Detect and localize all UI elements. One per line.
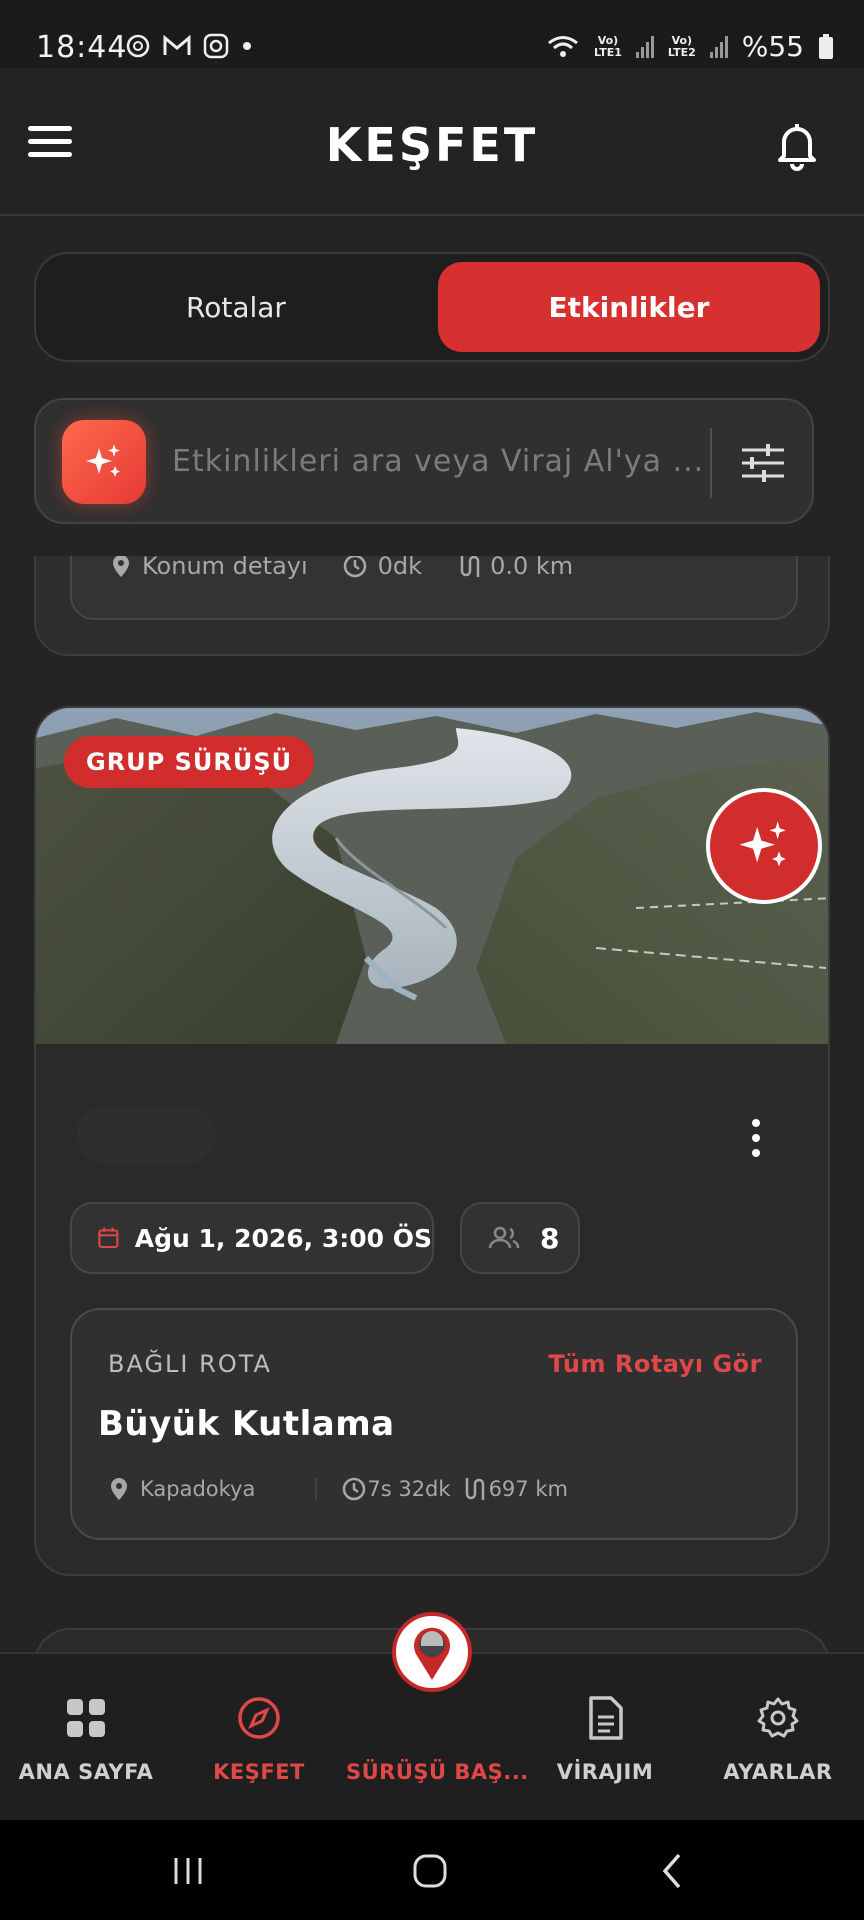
search-input[interactable]: Etkinlikleri ara veya Viraj Al'ya ... [172,444,704,479]
sliders-icon [742,444,784,482]
linked-route-box: BAĞLI ROTA Tüm Rotayı Gör Büyük Kutlama … [70,1308,798,1540]
battery-icon [819,33,833,59]
nav-my-curves[interactable]: VİRAJIM [519,1654,691,1822]
event-date: Ağu 1, 2026, 3:00 ÖS [134,1223,432,1253]
tab-routes[interactable]: Rotalar [36,254,436,360]
clock-icon [343,1477,366,1501]
openai-icon [126,34,150,58]
previous-event-card[interactable]: Konum detayı 0dk 0.0 km [34,556,830,656]
document-icon [589,1696,623,1740]
more-options-button[interactable] [736,1108,776,1168]
filter-button[interactable] [736,436,790,490]
search-bar: Etkinlikleri ara veya Viraj Al'ya ... [34,398,814,524]
ai-sparkle-button[interactable] [706,788,822,904]
status-right: Vo) LTE1 Vo) LTE2 %55 [546,30,834,63]
recent-apps-icon [174,1858,202,1884]
route-name: Büyük Kutlama [98,1404,395,1444]
previous-route-box: Konum detayı 0dk 0.0 km [70,556,798,620]
lte1-icon: Vo) LTE1 [594,33,622,59]
previous-duration: 0dk [377,556,423,580]
route-duration: 7s 32dk [367,1477,451,1501]
event-type-badge: GRUP SÜRÜŞÜ [64,736,315,788]
app-header: KEŞFET [0,68,864,216]
home-icon [413,1854,447,1888]
sparkles-icon [86,444,120,477]
tab-switcher: Rotalar Etkinlikler [34,252,830,362]
calendar-icon [98,1227,119,1249]
route-distance: 697 km [488,1477,568,1501]
route-icon [460,556,480,577]
view-full-route-link[interactable]: Tüm Rotayı Gör [548,1350,762,1378]
nav-home[interactable]: ANA SAYFA [0,1654,172,1822]
event-card[interactable]: GRUP SÜRÜŞÜ Ağu 1, 2026, 3:00 ÖS 8 BAĞLI… [34,706,830,1576]
dot-icon [243,42,251,50]
nav-settings-label: AYARLAR [723,1760,833,1784]
nav-explore-label: KEŞFET [213,1760,305,1784]
sparkles-icon [739,821,786,867]
organizer-placeholder [76,1106,216,1164]
gmail-icon [163,34,191,55]
page-title: KEŞFET [325,118,539,172]
event-date-chip: Ağu 1, 2026, 3:00 ÖS [70,1202,434,1274]
bell-icon [778,124,816,171]
previous-location: Konum detayı [142,556,308,580]
previous-distance: 0.0 km [490,556,574,580]
nav-explore[interactable]: KEŞFET [173,1654,345,1822]
home-button[interactable] [400,1846,460,1896]
signal-icon [635,35,654,58]
nav-home-label: ANA SAYFA [18,1760,154,1784]
search-divider [710,428,712,498]
status-bar: 18:44 Vo) LTE1 Vo) LTE2 %55 [0,0,864,68]
linked-route-label: BAĞLI ROTA [108,1350,272,1378]
battery-level: %55 [741,30,804,63]
status-notification-icons [124,32,254,60]
nav-my-curves-label: VİRAJIM [556,1760,654,1784]
system-navigation [0,1820,864,1920]
grid-icon [67,1699,105,1737]
route-icon [465,1478,484,1500]
participant-count: 8 [540,1221,560,1255]
location-pin-icon [111,1478,127,1500]
instagram-icon [203,33,229,59]
clock-icon [343,556,366,578]
location-pin-icon [113,556,129,577]
ai-assistant-button[interactable] [62,420,146,504]
status-time: 18:44 [36,30,128,65]
back-button[interactable] [642,1846,702,1896]
helmet-pin-icon [414,1627,450,1680]
notification-button[interactable] [770,118,824,172]
route-location: Kapadokya [140,1477,256,1501]
compass-icon [238,1697,280,1739]
recent-apps-button[interactable] [158,1846,218,1896]
start-ride-button[interactable] [392,1612,472,1692]
participants-chip: 8 [460,1202,580,1274]
nav-start-ride-label: SÜRÜŞÜ BAŞ... [346,1760,529,1784]
signal-icon-2 [709,35,728,58]
nav-settings[interactable]: AYARLAR [692,1654,864,1822]
previous-route-meta: Konum detayı 0dk 0.0 km [110,556,573,580]
tab-events[interactable]: Etkinlikler [438,262,820,352]
people-icon [488,1226,520,1249]
back-icon [662,1853,681,1889]
wifi-icon [548,35,578,57]
gear-icon [757,1697,799,1738]
route-meta: Kapadokya 7s 32dk 697 km [108,1476,568,1502]
lte2-icon: Vo) LTE2 [667,33,696,59]
